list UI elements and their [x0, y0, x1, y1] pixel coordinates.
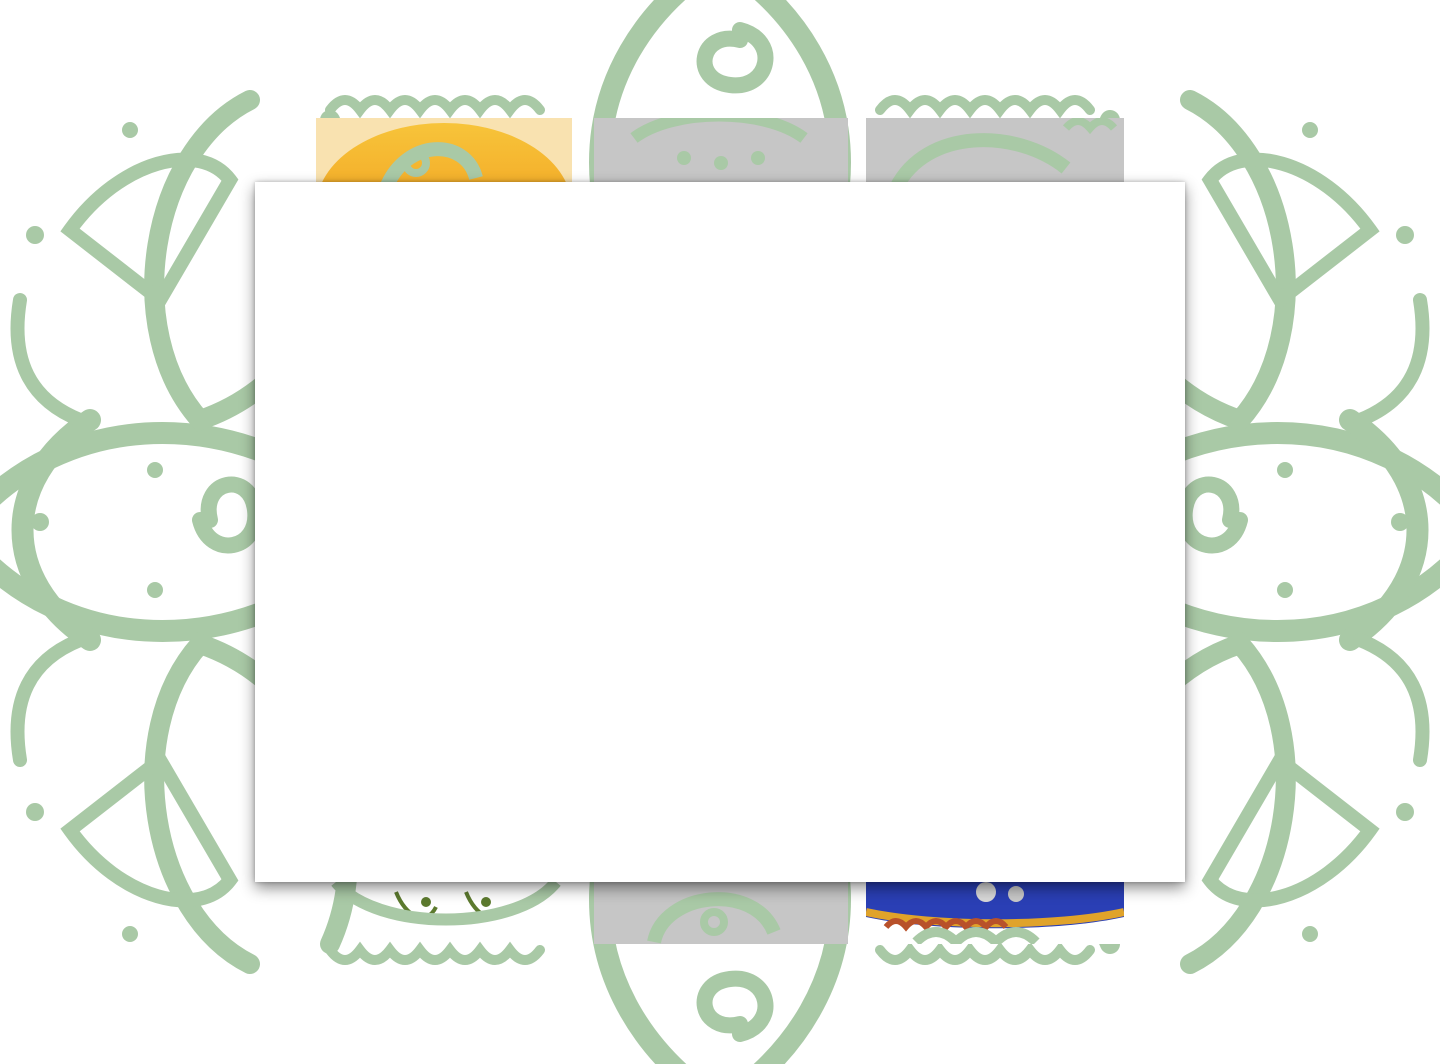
bird-illustration-icon: [331, 877, 561, 926]
page-background: [0, 0, 1440, 1064]
thumbnail-tile-6[interactable]: [866, 872, 1124, 944]
embroidered-textile-icon: [866, 872, 1124, 944]
thumbnail-tile-4[interactable]: [316, 872, 572, 942]
thumbnail-tile-5[interactable]: [594, 872, 848, 944]
sun-image-icon: [316, 118, 572, 190]
image-placeholder-icon: [630, 118, 808, 170]
thumbnail-tile-2[interactable]: [594, 118, 848, 190]
thumbnail-tile-3[interactable]: [866, 118, 1124, 190]
image-placeholder-icon: [647, 892, 781, 944]
modal-dialog[interactable]: [255, 182, 1185, 882]
image-placeholder-icon: [889, 118, 1118, 190]
thumbnail-tile-1[interactable]: [316, 118, 572, 190]
